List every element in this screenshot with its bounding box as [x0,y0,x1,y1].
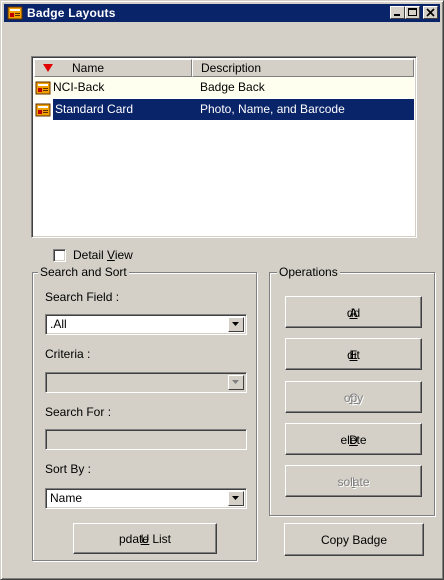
sort-by-label: Sort By : [45,462,92,476]
column-header-description[interactable]: Description [192,59,414,77]
row-description: Badge Back [200,80,265,94]
maximize-icon [408,8,417,16]
minimize-button[interactable] [390,6,405,19]
detail-view-label[interactable]: Detail View [73,248,133,262]
isolate-button[interactable]: Isolate [285,465,422,497]
title-bar[interactable]: Badge Layouts [4,4,440,22]
badge-layout-icon [35,81,51,95]
delete-button[interactable]: Delete [285,423,422,455]
chevron-down-icon [232,322,239,326]
badge-layout-list[interactable]: Name Description NCI-Back Badge Back Sta… [31,56,417,238]
column-header-name[interactable]: Name [34,59,192,77]
column-description-label: Description [201,61,262,75]
minimize-icon [394,14,400,16]
maximize-button[interactable] [405,6,420,19]
column-name-label: Name [72,61,105,75]
sort-by-combobox[interactable]: Name [45,488,247,509]
search-field-dropdown-button[interactable] [228,317,244,332]
sort-by-value: Name [50,491,83,505]
chevron-down-icon [232,380,239,384]
criteria-label: Criteria : [45,347,91,361]
search-for-input[interactable] [45,429,247,450]
search-field-combobox[interactable]: .All [45,314,247,335]
sort-descending-icon [43,64,53,72]
list-item[interactable]: Standard Card Photo, Name, and Barcode [34,99,414,120]
row-name: Standard Card [53,99,192,120]
search-field-value: .All [50,317,67,331]
badge-layout-icon [35,103,51,117]
close-icon [426,8,435,17]
chevron-down-icon [232,496,239,500]
add-button[interactable]: Add [285,296,422,328]
edit-button[interactable]: Edit [285,338,422,370]
detail-view-checkbox[interactable] [53,249,66,262]
close-button[interactable] [423,6,438,19]
row-description: Photo, Name, and Barcode [192,99,414,120]
list-item[interactable]: NCI-Back Badge Back [34,77,414,98]
row-name: NCI-Back [53,80,105,94]
update-list-button[interactable]: Update List [73,523,217,554]
badge-app-icon [7,5,23,24]
sort-by-dropdown-button[interactable] [228,491,244,506]
search-field-label: Search Field : [45,290,120,304]
search-and-sort-title: Search and Sort [38,265,129,279]
list-header: Name Description [34,59,414,77]
copy-badge-button[interactable]: Copy Badge [284,523,424,556]
operations-title: Operations [277,265,340,279]
badge-layouts-window: Badge Layouts Name Description NCI-Back … [0,0,444,580]
search-for-label: Search For : [45,405,112,419]
copy-button[interactable]: Copy [285,381,422,413]
criteria-dropdown-button[interactable] [228,375,244,390]
window-title: Badge Layouts [27,6,116,20]
criteria-combobox[interactable] [45,372,247,393]
